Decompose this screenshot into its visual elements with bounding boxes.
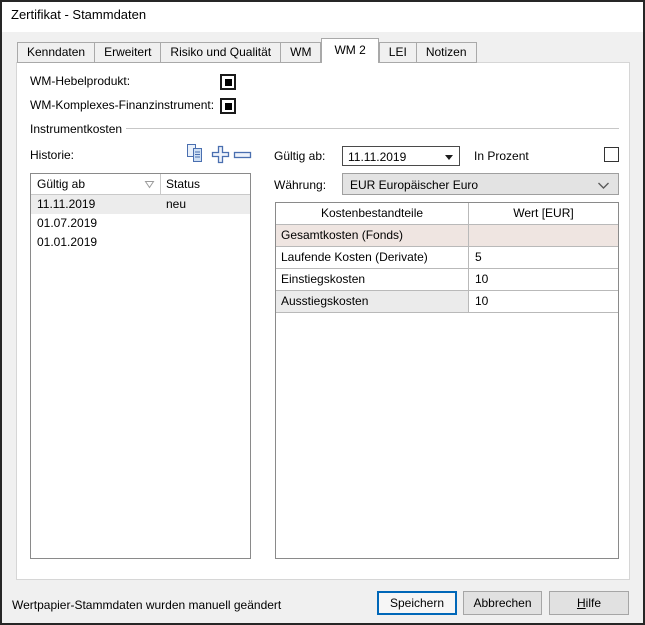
dropdown-arrow-icon [445, 155, 453, 164]
kosten-value-cell[interactable]: 10 [469, 269, 618, 290]
copy-icon[interactable] [184, 143, 207, 163]
history-row[interactable]: 01.01.2019 [31, 233, 250, 252]
kosten-value-cell[interactable] [469, 225, 618, 246]
kosten-name-cell[interactable]: Einstiegskosten [276, 269, 469, 290]
column-header-kostenbestandteile: Kostenbestandteile [276, 203, 469, 224]
column-header-status[interactable]: Status [166, 177, 200, 191]
groupbox-line [126, 128, 619, 129]
groupbox-label: Instrumentkosten [30, 122, 122, 136]
tab-wm2[interactable]: WM 2 [321, 38, 378, 63]
help-rest: ilfe [586, 596, 601, 610]
checkbox-fill [225, 79, 232, 86]
chevron-down-icon [597, 182, 610, 190]
sort-desc-icon [144, 180, 155, 189]
history-status-cell: neu [166, 195, 186, 214]
gueltig-ab-label: Gültig ab: [274, 149, 325, 163]
hebelprodukt-label: WM-Hebelprodukt: [30, 74, 130, 88]
tab-risiko-und-qualitaet[interactable]: Risiko und Qualität [161, 42, 281, 63]
history-date-cell: 11.11.2019 [37, 195, 95, 214]
column-header-gueltig-ab[interactable]: Gültig ab [37, 177, 85, 191]
tab-kenndaten[interactable]: Kenndaten [17, 42, 95, 63]
remove-icon[interactable] [233, 151, 252, 160]
tab-wm[interactable]: WM [281, 42, 321, 63]
checkbox-fill [225, 103, 232, 110]
gueltig-ab-dropdown[interactable]: 11.11.2019 [342, 146, 460, 166]
kosten-row[interactable]: Laufende Kosten (Derivate) 5 [276, 247, 618, 269]
kosten-name-cell[interactable]: Laufende Kosten (Derivate) [276, 247, 469, 268]
help-accel: H [577, 596, 586, 610]
historie-table-header: Gültig ab Status [31, 174, 250, 195]
kosten-table-header: Kostenbestandteile Wert [EUR] [276, 203, 618, 225]
in-prozent-label: In Prozent [474, 149, 529, 163]
cancel-button[interactable]: Abbrechen [463, 591, 542, 615]
kosten-value-cell[interactable]: 5 [469, 247, 618, 268]
kosten-name-cell[interactable]: Gesamtkosten (Fonds) [276, 225, 469, 246]
window-title: Zertifikat - Stammdaten [11, 7, 146, 22]
kosten-name-cell[interactable]: Ausstiegskosten [276, 291, 469, 312]
save-button[interactable]: Speichern [377, 591, 457, 615]
history-date-cell: 01.01.2019 [37, 233, 97, 252]
waehrung-label: Währung: [274, 178, 326, 192]
dialog-zertifikat-stammdaten: Zertifikat - Stammdaten Kenndaten Erweit… [0, 0, 645, 625]
tab-erweitert[interactable]: Erweitert [95, 42, 161, 63]
column-divider[interactable] [160, 174, 161, 195]
title-bar[interactable]: Zertifikat - Stammdaten [2, 2, 643, 32]
status-text: Wertpapier-Stammdaten wurden manuell geä… [12, 598, 281, 612]
help-button[interactable]: Hilfe [549, 591, 629, 615]
kosten-row[interactable]: Einstiegskosten 10 [276, 269, 618, 291]
kosten-table: Kostenbestandteile Wert [EUR] Gesamtkost… [275, 202, 619, 559]
komplexes-label: WM-Komplexes-Finanzinstrument: [30, 98, 214, 112]
gueltig-ab-value: 11.11.2019 [348, 150, 406, 164]
column-header-wert-eur: Wert [EUR] [469, 203, 618, 224]
history-row[interactable]: 01.07.2019 [31, 214, 250, 233]
kosten-row[interactable]: Gesamtkosten (Fonds) [276, 225, 618, 247]
kosten-value-cell[interactable]: 10 [469, 291, 618, 312]
in-prozent-checkbox[interactable] [604, 147, 619, 162]
tab-notizen[interactable]: Notizen [417, 42, 477, 63]
tab-strip: Kenndaten Erweitert Risiko und Qualität … [17, 38, 477, 63]
history-row[interactable]: 11.11.2019 neu [31, 195, 250, 214]
hebelprodukt-checkbox[interactable] [220, 74, 236, 90]
waehrung-combobox[interactable]: EUR Europäischer Euro [342, 173, 619, 195]
komplexes-checkbox[interactable] [220, 98, 236, 114]
historie-table: Gültig ab Status 11.11.2019 neu 01.07.20… [30, 173, 251, 559]
waehrung-value: EUR Europäischer Euro [350, 178, 478, 192]
history-date-cell: 01.07.2019 [37, 214, 97, 233]
kosten-row[interactable]: Ausstiegskosten 10 [276, 291, 618, 313]
add-icon[interactable] [211, 145, 230, 164]
tab-lei[interactable]: LEI [379, 42, 417, 63]
historie-label: Historie: [30, 148, 74, 162]
